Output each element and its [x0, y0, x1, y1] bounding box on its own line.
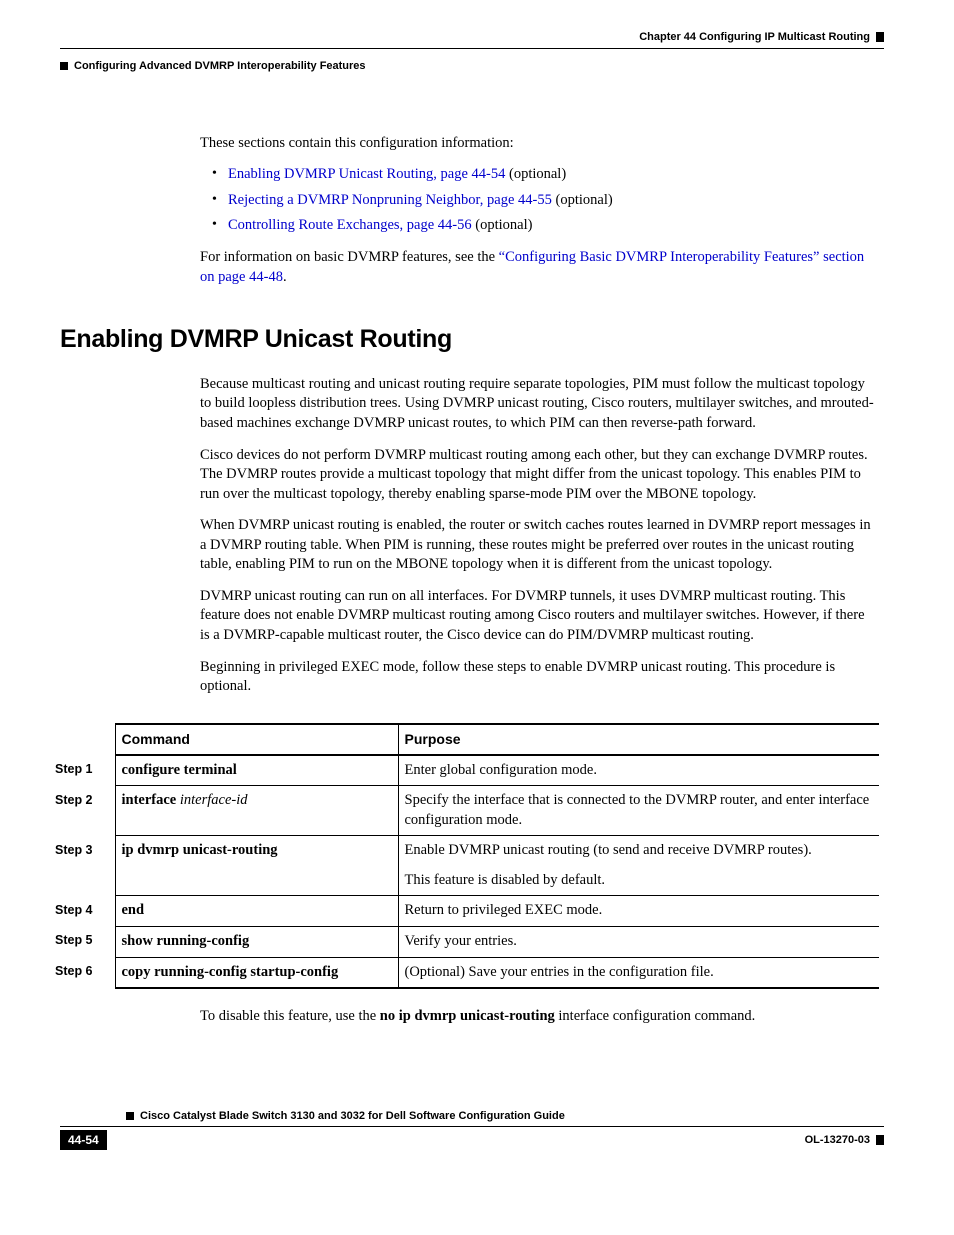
purpose-cell: Verify your entries.: [398, 926, 879, 957]
intro-bullets: Enabling DVMRP Unicast Routing, page 44-…: [210, 165, 874, 236]
intro-lead: These sections contain this configuratio…: [200, 134, 874, 154]
header-section-line: Configuring Advanced DVMRP Interoperabil…: [60, 59, 884, 74]
steps-table: Command Purpose Step 1 configure termina…: [55, 723, 879, 989]
intro-more: For information on basic DVMRP features,…: [200, 248, 874, 287]
cmd-arg: interface-id: [176, 792, 247, 808]
footer-title: Cisco Catalyst Blade Switch 3130 and 303…: [140, 1110, 565, 1122]
cmd-cell: configure terminal: [115, 755, 398, 786]
footer-square-icon: [126, 1112, 134, 1120]
cmd-text: configure terminal: [122, 762, 237, 778]
link-enabling[interactable]: Enabling DVMRP Unicast Routing, page 44-…: [228, 166, 505, 182]
bullet-suffix: (optional): [505, 166, 566, 182]
step-label: Step 3: [55, 836, 115, 896]
table-row: Step 6 copy running-config startup-confi…: [55, 957, 879, 988]
cmd-text: interface: [122, 792, 177, 808]
doc-id: OL-13270-03: [805, 1134, 870, 1146]
purpose-cell: Enable DVMRP unicast routing (to send an…: [398, 836, 879, 866]
section-bar-icon: [60, 62, 68, 70]
body-para: Because multicast routing and unicast ro…: [200, 375, 874, 434]
page-number-badge: 44-54: [60, 1130, 107, 1150]
purpose-cell: (Optional) Save your entries in the conf…: [398, 957, 879, 988]
empty-cell: [55, 724, 115, 755]
section-heading: Enabling DVMRP Unicast Routing: [60, 323, 884, 357]
link-controlling[interactable]: Controlling Route Exchanges, page 44-56: [228, 217, 472, 233]
bullet-suffix: (optional): [472, 217, 533, 233]
footer: Cisco Catalyst Blade Switch 3130 and 303…: [60, 1109, 884, 1150]
link-rejecting[interactable]: Rejecting a DVMRP Nonpruning Neighbor, p…: [228, 192, 552, 208]
disable-prefix: To disable this feature, use the: [200, 1008, 380, 1024]
header-bar-icon: [876, 32, 884, 42]
more-prefix: For information on basic DVMRP features,…: [200, 249, 499, 265]
cmd-text: show running-config: [122, 933, 250, 949]
cmd-cell: copy running-config startup-config: [115, 957, 398, 988]
purpose-cell-2: This feature is disabled by default.: [398, 866, 879, 896]
cmd-cell: end: [115, 896, 398, 927]
body-para: Cisco devices do not perform DVMRP multi…: [200, 446, 874, 505]
cmd-cell: interface interface-id: [115, 786, 398, 836]
list-item: Controlling Route Exchanges, page 44-56 …: [210, 216, 874, 236]
disable-note: To disable this feature, use the no ip d…: [200, 1007, 874, 1027]
header-rule: [60, 48, 884, 49]
footer-row: 44-54 OL-13270-03: [60, 1130, 884, 1150]
disable-suffix: interface configuration command.: [555, 1008, 756, 1024]
doc-id-wrap: OL-13270-03: [805, 1130, 884, 1150]
step-label: Step 1: [55, 755, 115, 786]
cmd-text: copy running-config startup-config: [122, 964, 339, 980]
bullet-suffix: (optional): [552, 192, 613, 208]
more-suffix: .: [283, 269, 287, 285]
cmd-text: ip dvmrp unicast-routing: [122, 842, 278, 858]
step-label: Step 5: [55, 926, 115, 957]
cmd-text: end: [122, 902, 145, 918]
cmd-cell: show running-config: [115, 926, 398, 957]
table-row: Step 5 show running-config Verify your e…: [55, 926, 879, 957]
table-row: Step 4 end Return to privileged EXEC mod…: [55, 896, 879, 927]
header-section: Configuring Advanced DVMRP Interoperabil…: [74, 59, 366, 74]
table-row: Step 1 configure terminal Enter global c…: [55, 755, 879, 786]
body-para: When DVMRP unicast routing is enabled, t…: [200, 516, 874, 575]
list-item: Rejecting a DVMRP Nonpruning Neighbor, p…: [210, 191, 874, 211]
table-row: Step 2 interface interface-id Specify th…: [55, 786, 879, 836]
cmd-cell: ip dvmrp unicast-routing: [115, 836, 398, 896]
header-chapter-line: Chapter 44 Configuring IP Multicast Rout…: [60, 30, 884, 45]
step-label: Step 6: [55, 957, 115, 988]
document-page: Chapter 44 Configuring IP Multicast Rout…: [0, 0, 954, 1180]
table-row: Step 3 ip dvmrp unicast-routing Enable D…: [55, 836, 879, 866]
step-label: Step 4: [55, 896, 115, 927]
purpose-cell: Enter global configuration mode.: [398, 755, 879, 786]
doc-id-bar-icon: [876, 1135, 884, 1145]
body-paragraphs: Because multicast routing and unicast ro…: [200, 375, 874, 697]
th-command: Command: [115, 724, 398, 755]
list-item: Enabling DVMRP Unicast Routing, page 44-…: [210, 165, 874, 185]
header-chapter: Chapter 44 Configuring IP Multicast Rout…: [639, 30, 870, 45]
step-label: Step 2: [55, 786, 115, 836]
body-para: Beginning in privileged EXEC mode, follo…: [200, 658, 874, 697]
footer-title-line: Cisco Catalyst Blade Switch 3130 and 303…: [60, 1109, 884, 1127]
content-area: These sections contain this configuratio…: [200, 134, 874, 287]
th-purpose: Purpose: [398, 724, 879, 755]
table-header-row: Command Purpose: [55, 724, 879, 755]
disable-cmd: no ip dvmrp unicast-routing: [380, 1008, 555, 1024]
purpose-cell: Specify the interface that is connected …: [398, 786, 879, 836]
purpose-cell: Return to privileged EXEC mode.: [398, 896, 879, 927]
body-para: DVMRP unicast routing can run on all int…: [200, 587, 874, 646]
